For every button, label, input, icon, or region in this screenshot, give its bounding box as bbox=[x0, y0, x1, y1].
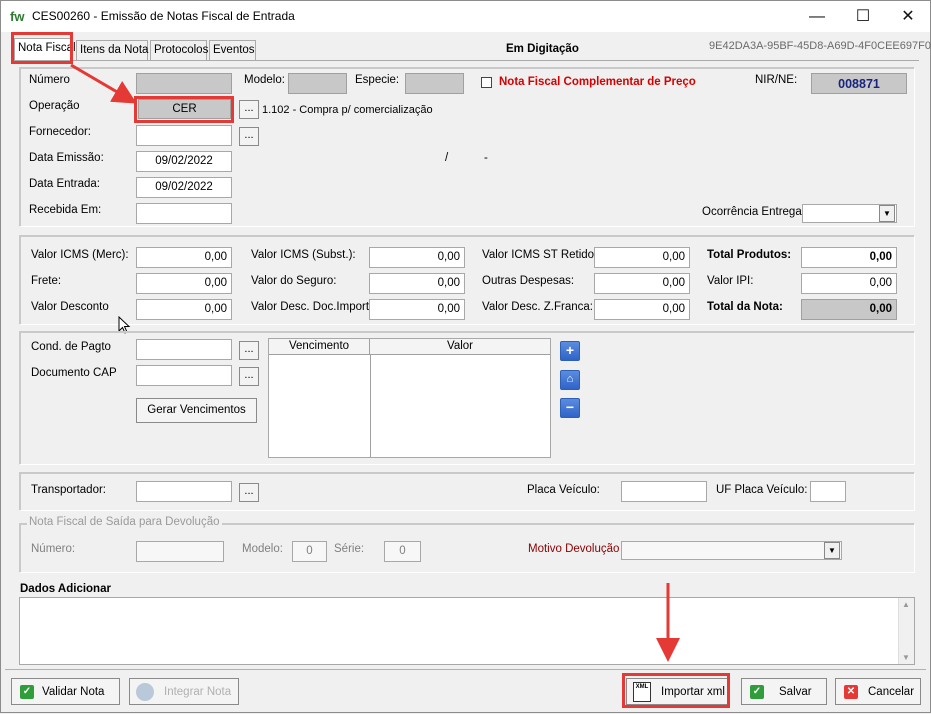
main-window: fw CES00260 - Emissão de Notas Fiscal de… bbox=[0, 0, 931, 713]
annotation-arrows bbox=[70, 63, 680, 662]
